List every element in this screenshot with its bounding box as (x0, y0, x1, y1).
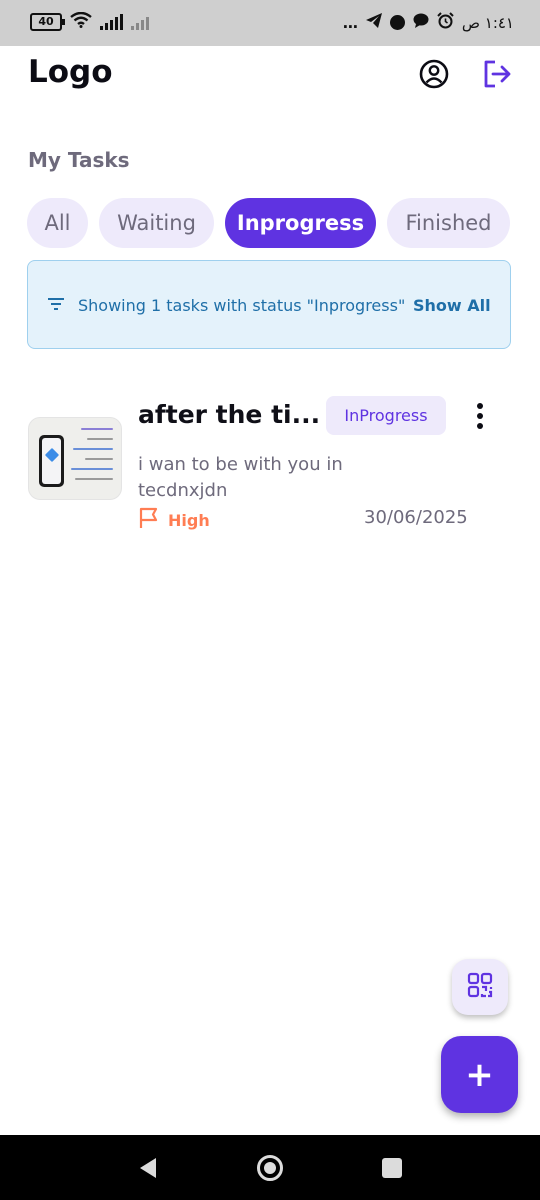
logout-icon[interactable] (481, 58, 513, 90)
profile-icon[interactable] (418, 58, 450, 90)
more-notifications-icon: … (342, 13, 358, 32)
qr-code-icon (467, 972, 493, 1002)
more-vert-icon[interactable] (470, 403, 490, 431)
back-icon[interactable] (136, 1156, 160, 1180)
home-icon[interactable] (256, 1154, 284, 1182)
task-priority: High (138, 507, 210, 533)
tab-all[interactable]: All (27, 198, 88, 248)
alarm-icon (437, 12, 454, 33)
wifi-icon (70, 11, 92, 31)
signal-icon (100, 13, 123, 30)
task-description: i wan to be with you in tecdnxjdn (138, 454, 343, 501)
chat-icon (413, 13, 429, 32)
phone-image (39, 435, 64, 487)
clock-time: ١:٤١ ص (461, 13, 514, 32)
task-thumbnail[interactable] (28, 417, 122, 500)
tab-inprogress[interactable]: Inprogress (225, 198, 376, 248)
task-date: 30/06/2025 (364, 507, 468, 528)
task-status-badge: InProgress (326, 396, 446, 435)
flag-icon (138, 507, 160, 533)
add-task-button[interactable]: + (441, 1036, 518, 1113)
signal-no-service-icon (131, 14, 149, 30)
filter-icon (48, 296, 64, 310)
tab-waiting[interactable]: Waiting (99, 198, 214, 248)
filter-info-text: Showing 1 tasks with status "Inprogress" (78, 296, 406, 315)
status-bar: 40 … ١:٤١ ص (0, 0, 540, 46)
plus-icon: + (465, 1054, 494, 1095)
priority-label: High (168, 510, 210, 530)
filter-info-banner: Showing 1 tasks with status "Inprogress"… (27, 260, 511, 349)
qr-scan-button[interactable] (452, 959, 508, 1015)
tab-finished[interactable]: Finished (387, 198, 510, 248)
recent-apps-icon[interactable] (382, 1158, 402, 1178)
show-all-link[interactable]: Show All (413, 296, 491, 315)
battery-icon: 40 (30, 12, 65, 31)
app-logo: Logo (28, 54, 113, 90)
system-nav-bar (0, 1135, 540, 1200)
facebook-icon (389, 15, 405, 30)
section-title: My Tasks (28, 148, 130, 172)
task-title[interactable]: after the ti... (138, 400, 320, 429)
telegram-icon (365, 13, 382, 32)
